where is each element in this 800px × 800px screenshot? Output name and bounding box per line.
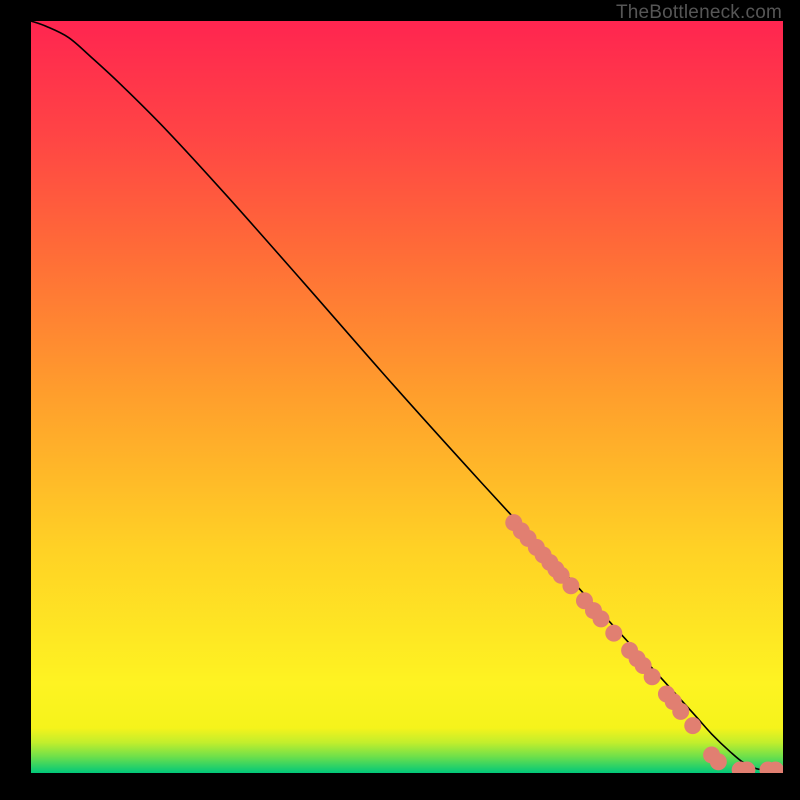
data-marker: [605, 625, 622, 642]
data-marker: [684, 717, 701, 734]
data-marker: [644, 668, 661, 685]
data-marker: [710, 753, 727, 770]
watermark-text: TheBottleneck.com: [616, 2, 782, 24]
data-marker: [562, 577, 579, 594]
chart-svg: [31, 21, 783, 773]
data-marker: [593, 610, 610, 627]
plot-background: [31, 21, 783, 773]
data-marker: [672, 703, 689, 720]
